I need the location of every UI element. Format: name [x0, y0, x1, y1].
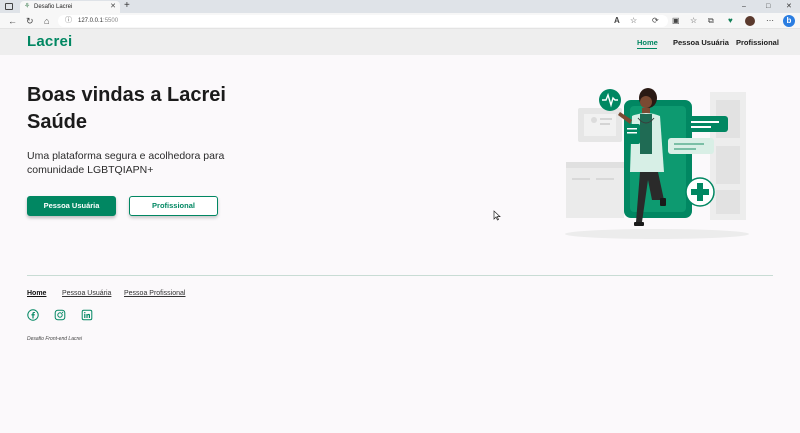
more-icon[interactable]: ⋯	[766, 15, 774, 27]
home-button[interactable]: ⌂	[44, 15, 49, 27]
linkedin-icon[interactable]	[81, 309, 93, 321]
profile-avatar[interactable]	[745, 16, 755, 26]
mouse-cursor-icon	[493, 210, 501, 221]
tab-actions-icon[interactable]	[5, 3, 13, 10]
new-tab-button[interactable]: +	[124, 0, 130, 12]
nav-home[interactable]: Home	[637, 38, 658, 47]
refresh-button[interactable]: ↻	[26, 15, 34, 27]
profissional-button[interactable]: Profissional	[129, 196, 218, 216]
tab-favicon-icon: ⚘	[24, 3, 31, 10]
site-info-icon[interactable]: ⓘ	[65, 15, 72, 27]
tab-close-icon[interactable]: ✕	[110, 1, 116, 13]
footer-credit: Desafio Front-end Lacrei	[27, 336, 83, 342]
footer-nav-home[interactable]: Home	[27, 290, 46, 297]
address-bar-row: ← ↻ ⌂ ⓘ 127.0.0.1:5500 A ☆ ⟳ ▣ ☆ ⧉ ♥ ⋯	[0, 13, 800, 29]
url-field[interactable]: ⓘ 127.0.0.1:5500	[58, 15, 668, 27]
footer-nav-pessoa-usuaria[interactable]: Pessoa Usuária	[62, 290, 111, 297]
nav-profissional[interactable]: Profissional	[736, 38, 779, 47]
back-button[interactable]: ←	[8, 15, 17, 27]
instagram-icon[interactable]	[54, 309, 66, 321]
pessoa-usuaria-button[interactable]: Pessoa Usuária	[27, 196, 116, 216]
browser-tab[interactable]: ⚘ Desafio Lacrei ✕	[20, 1, 120, 13]
collections-icon[interactable]: ⧉	[708, 15, 714, 27]
read-aloud-icon[interactable]: A	[614, 15, 620, 27]
browser-essentials-icon[interactable]: ♥	[728, 15, 733, 27]
favorites-icon[interactable]: ☆	[690, 15, 697, 27]
url-port: :5500	[103, 18, 119, 24]
nav-active-indicator	[637, 48, 657, 49]
close-window-button[interactable]: ✕	[786, 0, 792, 13]
extensions-icon[interactable]: ⟳	[652, 15, 659, 27]
minimize-button[interactable]: –	[742, 0, 746, 13]
facebook-icon[interactable]	[27, 309, 39, 321]
hero-title: Boas vindas a Lacrei Saúde	[27, 84, 226, 133]
footer-divider	[27, 275, 773, 276]
browser-tabstrip: ⚘ Desafio Lacrei ✕ + – □ ✕	[0, 0, 800, 13]
tab-title: Desafio Lacrei	[34, 4, 73, 10]
hero-subtitle: Uma plataforma segura e acolhedora para …	[27, 150, 225, 176]
logo[interactable]: Lacrei	[27, 33, 72, 50]
nav-pessoa-usuaria[interactable]: Pessoa Usuária	[673, 38, 729, 47]
maximize-button[interactable]: □	[766, 0, 770, 13]
footer-nav-pessoa-profissional[interactable]: Pessoa Profissional	[124, 290, 185, 297]
favorite-icon[interactable]: ☆	[630, 15, 637, 27]
bing-icon[interactable]: b	[783, 15, 795, 27]
doctor-illustration	[565, 88, 749, 239]
url-host: 127.0.0.1	[78, 18, 104, 24]
split-screen-icon[interactable]: ▣	[672, 15, 680, 27]
